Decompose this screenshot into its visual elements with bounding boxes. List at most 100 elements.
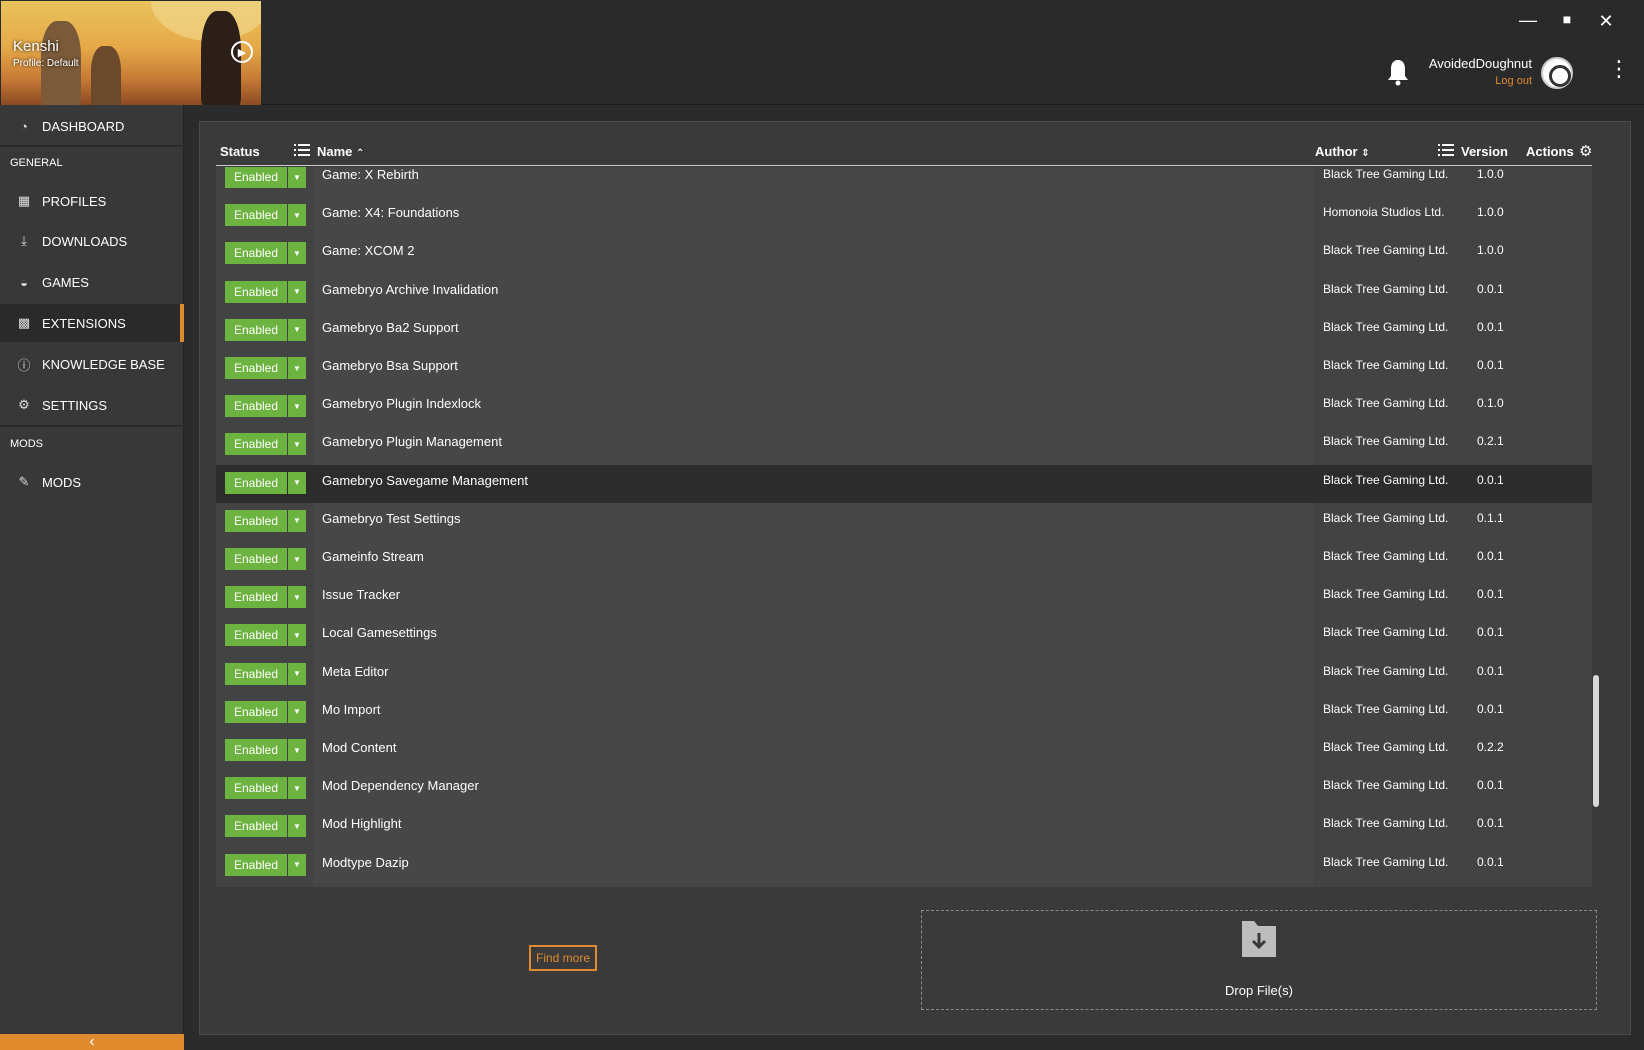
table-row[interactable]: Enabled ▼ Local Gamesettings Black Tree Gam… bbox=[216, 617, 1592, 658]
chevron-down-icon[interactable]: ▼ bbox=[288, 357, 306, 379]
status-toggle-button[interactable]: Enabled bbox=[225, 167, 287, 188]
column-list-icon[interactable] bbox=[294, 143, 310, 157]
table-row[interactable]: Enabled ▼ Gamebryo Plugin Indexlock Black T… bbox=[216, 388, 1592, 429]
gear-icon: ⚙ bbox=[18, 397, 30, 412]
table-row[interactable]: Enabled ▼ Mod Content Black Tree Gaming Ltd… bbox=[216, 732, 1592, 772]
close-button[interactable]: ✕ bbox=[1594, 11, 1618, 32]
sidebar-item-dashboard[interactable]: ◔ DASHBOARD bbox=[0, 107, 184, 145]
status-toggle-button[interactable]: Enabled bbox=[225, 815, 287, 838]
chevron-down-icon[interactable]: ▼ bbox=[288, 777, 306, 800]
status-toggle-button[interactable]: Enabled bbox=[225, 586, 287, 609]
name-cell-bg bbox=[313, 693, 1313, 734]
table-row[interactable]: Enabled ▼ Modtype Dazip Black Tree Gaming L… bbox=[216, 846, 1592, 887]
header-name[interactable]: Name ⌃ bbox=[317, 144, 364, 159]
chevron-down-icon[interactable]: ▼ bbox=[288, 433, 306, 456]
table-row[interactable]: Enabled ▼ Gamebryo Test Settings Black Tree… bbox=[216, 502, 1592, 543]
collapse-sidebar-button[interactable]: ‹ bbox=[0, 1033, 184, 1050]
status-toggle-button[interactable]: Enabled bbox=[225, 548, 287, 570]
minimize-button[interactable]: — bbox=[1516, 10, 1540, 31]
header-author[interactable]: Author ⇕ bbox=[1315, 144, 1370, 159]
table-row[interactable]: Enabled ▼ Game: X Rebirth Black Tree Gaming… bbox=[216, 167, 1592, 199]
chevron-down-icon[interactable]: ▼ bbox=[288, 242, 306, 265]
sidebar-item-downloads[interactable]: ⤓ DOWNLOADS bbox=[0, 222, 184, 260]
chevron-down-icon[interactable]: ▼ bbox=[288, 395, 306, 418]
table-row[interactable]: Enabled ▼ Mod Dependency Manager Black Tree… bbox=[216, 770, 1592, 811]
sidebar-item-knowledge-base[interactable]: ⓘ KNOWLEDGE BASE bbox=[0, 345, 184, 383]
status-toggle-button[interactable]: Enabled bbox=[225, 433, 287, 456]
status-toggle-button[interactable]: Enabled bbox=[225, 700, 287, 723]
sidebar-item-settings[interactable]: ⚙ SETTINGS bbox=[0, 386, 184, 424]
chevron-down-icon[interactable]: ▼ bbox=[288, 204, 306, 227]
chevron-down-icon[interactable]: ▼ bbox=[288, 624, 306, 647]
scrollbar[interactable] bbox=[1593, 675, 1599, 807]
table-row[interactable]: Enabled ▼ Gamebryo Plugin Management Black … bbox=[216, 426, 1592, 467]
chevron-down-icon[interactable]: ▼ bbox=[288, 739, 306, 761]
status-toggle-button[interactable]: Enabled bbox=[225, 739, 287, 761]
status-toggle-button[interactable]: Enabled bbox=[225, 777, 287, 800]
header-status[interactable]: Status bbox=[220, 144, 260, 159]
maximize-button[interactable]: ■ bbox=[1555, 11, 1579, 27]
play-icon[interactable]: ▶ bbox=[231, 41, 253, 63]
chevron-down-icon[interactable]: ▼ bbox=[288, 280, 306, 303]
extension-author: Black Tree Gaming Ltd. bbox=[1323, 701, 1449, 716]
status-toggle-button[interactable]: Enabled bbox=[225, 624, 287, 647]
extension-author: Black Tree Gaming Ltd. bbox=[1323, 663, 1449, 678]
status-toggle-button[interactable]: Enabled bbox=[225, 318, 287, 341]
chevron-down-icon[interactable]: ▼ bbox=[288, 815, 306, 838]
chevron-down-icon[interactable]: ▼ bbox=[288, 853, 306, 876]
column-list-icon[interactable] bbox=[1438, 143, 1454, 157]
table-row[interactable]: Enabled ▼ Mod Highlight Black Tree Gaming L… bbox=[216, 808, 1592, 849]
sidebar-item-profiles[interactable]: ▦ PROFILES bbox=[0, 182, 184, 220]
drop-zone[interactable]: Drop File(s) bbox=[921, 910, 1597, 1010]
gear-icon[interactable]: ⚙ bbox=[1579, 142, 1592, 160]
status-toggle-button[interactable]: Enabled bbox=[225, 204, 287, 227]
table-row[interactable]: Enabled ▼ Gamebryo Bsa Support Black Tree G… bbox=[216, 350, 1592, 390]
status-toggle-button[interactable]: Enabled bbox=[225, 471, 287, 494]
status-toggle-button[interactable]: Enabled bbox=[225, 853, 287, 876]
name-cell-bg bbox=[313, 541, 1313, 581]
table-row[interactable]: Enabled ▼ Gamebryo Ba2 Support Black Tree G… bbox=[216, 311, 1592, 352]
sidebar-item-games[interactable]: ◒ GAMES bbox=[0, 263, 184, 301]
drop-files-label: Drop File(s) bbox=[1225, 983, 1293, 998]
table-row[interactable]: Enabled ▼ Game: X4: Foundations Homonoia St… bbox=[216, 197, 1592, 238]
sidebar: ◔ DASHBOARD GENERAL ▦ PROFILES ⤓ DOWNLOA… bbox=[0, 105, 184, 1050]
table-row[interactable]: Enabled ▼ Gamebryo Savegame Management Blac… bbox=[216, 464, 1592, 505]
header-version[interactable]: Version bbox=[1461, 144, 1508, 159]
chevron-down-icon[interactable]: ▼ bbox=[288, 586, 306, 609]
avatar[interactable] bbox=[1541, 57, 1573, 89]
extension-version: 0.0.1 bbox=[1477, 319, 1504, 334]
chevron-down-icon[interactable]: ▼ bbox=[288, 548, 306, 570]
table-row[interactable]: Enabled ▼ Meta Editor Black Tree Gaming Ltd… bbox=[216, 655, 1592, 696]
chevron-down-icon[interactable]: ▼ bbox=[288, 700, 306, 723]
table-row[interactable]: Enabled ▼ Issue Tracker Black Tree Gaming L… bbox=[216, 579, 1592, 620]
status-toggle-button[interactable]: Enabled bbox=[225, 242, 287, 265]
table-row[interactable]: Enabled ▼ Gamebryo Archive Invalidation Bla… bbox=[216, 273, 1592, 314]
find-more-button[interactable]: Find more bbox=[529, 945, 597, 971]
table-row[interactable]: Enabled ▼ Gameinfo Stream Black Tree Gaming… bbox=[216, 541, 1592, 581]
status-toggle-button[interactable]: Enabled bbox=[225, 509, 287, 532]
status-toggle-button[interactable]: Enabled bbox=[225, 395, 287, 418]
extension-name: Mo Import bbox=[322, 701, 381, 717]
table-row[interactable]: Enabled ▼ Game: XCOM 2 Black Tree Gaming Lt… bbox=[216, 235, 1592, 276]
status-toggle-button[interactable]: Enabled bbox=[225, 280, 287, 303]
extension-name: Gamebryo Bsa Support bbox=[322, 358, 458, 373]
extension-version: 0.0.1 bbox=[1477, 549, 1504, 563]
chevron-down-icon[interactable]: ▼ bbox=[288, 318, 306, 341]
sidebar-item-extensions[interactable]: ▩ EXTENSIONS bbox=[0, 304, 184, 342]
status-toggle-button[interactable]: Enabled bbox=[225, 662, 287, 685]
chevron-down-icon[interactable]: ▼ bbox=[288, 471, 306, 494]
extension-author: Black Tree Gaming Ltd. bbox=[1323, 396, 1449, 411]
status-toggle-button[interactable]: Enabled bbox=[225, 357, 287, 379]
profiles-icon: ▦ bbox=[17, 193, 31, 208]
chevron-down-icon[interactable]: ▼ bbox=[288, 662, 306, 685]
sidebar-item-mods[interactable]: ✎ MODS bbox=[0, 463, 184, 501]
bell-icon[interactable] bbox=[1386, 58, 1410, 86]
logout-link[interactable]: Log out bbox=[1420, 75, 1532, 87]
chevron-down-icon[interactable]: ▼ bbox=[288, 509, 306, 532]
header-actions[interactable]: Actions bbox=[1526, 144, 1574, 159]
chevron-down-icon[interactable]: ▼ bbox=[288, 167, 306, 188]
table-row[interactable]: Enabled ▼ Mo Import Black Tree Gaming Ltd. 0… bbox=[216, 693, 1592, 734]
game-banner[interactable]: ▶ Kenshi Profile: Default bbox=[1, 1, 261, 105]
name-cell-bg bbox=[313, 846, 1313, 887]
more-menu-icon[interactable]: ⋮ bbox=[1608, 58, 1630, 80]
